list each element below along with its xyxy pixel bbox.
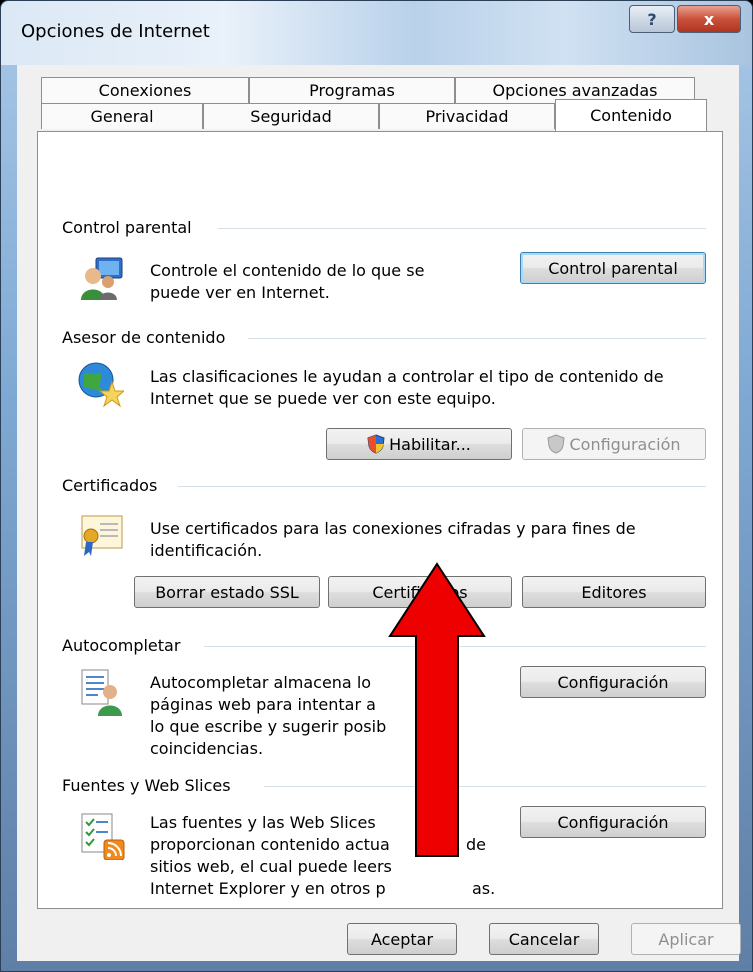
cancelar-button[interactable]: Cancelar [489,923,599,955]
section-title-feeds: Fuentes y Web Slices [62,776,241,795]
uac-shield-icon [367,434,385,454]
certificates-description: Use certificados para las conexiones cif… [150,518,636,562]
autocomplete-desc-line: páginas web para intentar a [150,695,376,714]
habilitar-label: Habilitar... [389,434,471,454]
tab-contenido[interactable]: Contenido [555,99,707,131]
feeds-configuracion-button[interactable]: Configuración [520,806,706,838]
help-button[interactable]: ? [629,5,675,33]
window-title: Opciones de Internet [21,21,210,42]
parental-desc-line: Controle el contenido de lo que se [150,261,425,280]
habilitar-button[interactable]: Habilitar... [326,428,512,460]
parental-control-icon [81,257,123,300]
editores-button[interactable]: Editores [522,576,706,608]
aceptar-button[interactable]: Aceptar [347,923,457,955]
feeds-desc-line: proporcionan contenido actua [150,835,390,854]
feeds-desc-line: sitios web, el cual puede leers [150,857,392,876]
advisor-desc-line: Las clasificaciones le ayudan a controla… [150,367,664,386]
section-divider [248,338,706,339]
certificates-desc-line: Use certificados para las conexiones cif… [150,519,636,538]
dialog-client-area: Conexiones Programas Opciones avanzadas … [17,65,741,961]
close-button[interactable]: x [677,5,741,33]
tab-seguridad[interactable]: Seguridad [203,103,379,129]
internet-options-window: Opciones de Internet ? x Conexiones Prog… [0,0,753,972]
tab-conexiones[interactable]: Conexiones [41,77,249,103]
section-divider [178,486,706,487]
autocomplete-description: Autocompletar almacena lo páginas web pa… [150,672,386,760]
section-title-certificates: Certificados [62,476,168,495]
feeds-description: Las fuentes y las Web Slices proporciona… [150,812,392,900]
content-tab-panel: Control parental Controle el contenido d… [37,131,723,909]
feeds-icon [81,813,125,860]
certificate-icon [81,515,123,556]
section-divider [218,228,706,229]
autocomplete-configuracion-button[interactable]: Configuración [520,666,706,698]
section-title-advisor: Asesor de contenido [62,328,236,347]
uac-shield-icon-disabled [547,434,566,454]
parental-desc-line: puede ver en Internet. [150,283,330,302]
tab-programas[interactable]: Programas [249,77,455,103]
autocomplete-desc-line: coincidencias. [150,739,264,758]
parental-description: Controle el contenido de lo que se puede… [150,260,424,304]
control-parental-button[interactable]: Control parental [520,252,706,284]
advisor-description: Las clasificaciones le ayudan a controla… [150,366,664,410]
tab-general[interactable]: General [41,103,203,129]
section-title-autocomplete: Autocompletar [62,636,191,655]
autocomplete-icon [81,669,122,716]
title-bar[interactable]: Opciones de Internet ? x [1,1,752,65]
autocomplete-desc-line: Autocompletar almacena lo [150,673,372,692]
certificates-desc-line: identificación. [150,541,263,560]
content-advisor-icon [78,362,124,408]
advisor-desc-line: Internet que se puede ver con este equip… [150,389,496,408]
advisor-configuracion-button[interactable]: Configuración [522,428,706,460]
borrar-estado-ssl-button[interactable]: Borrar estado SSL [134,576,320,608]
aplicar-button[interactable]: Aplicar [631,923,741,955]
tab-privacidad[interactable]: Privacidad [379,103,555,129]
feeds-desc-fragment: as. [472,879,496,898]
autocomplete-desc-line: lo que escribe y sugerir posib [150,717,387,736]
feeds-desc-line: Internet Explorer y en otros p [150,879,386,898]
advisor-configuracion-label: Configuración [569,434,681,454]
red-arrow-annotation [388,562,486,857]
section-title-parental: Control parental [62,218,202,237]
feeds-desc-line: Las fuentes y las Web Slices [150,813,376,832]
